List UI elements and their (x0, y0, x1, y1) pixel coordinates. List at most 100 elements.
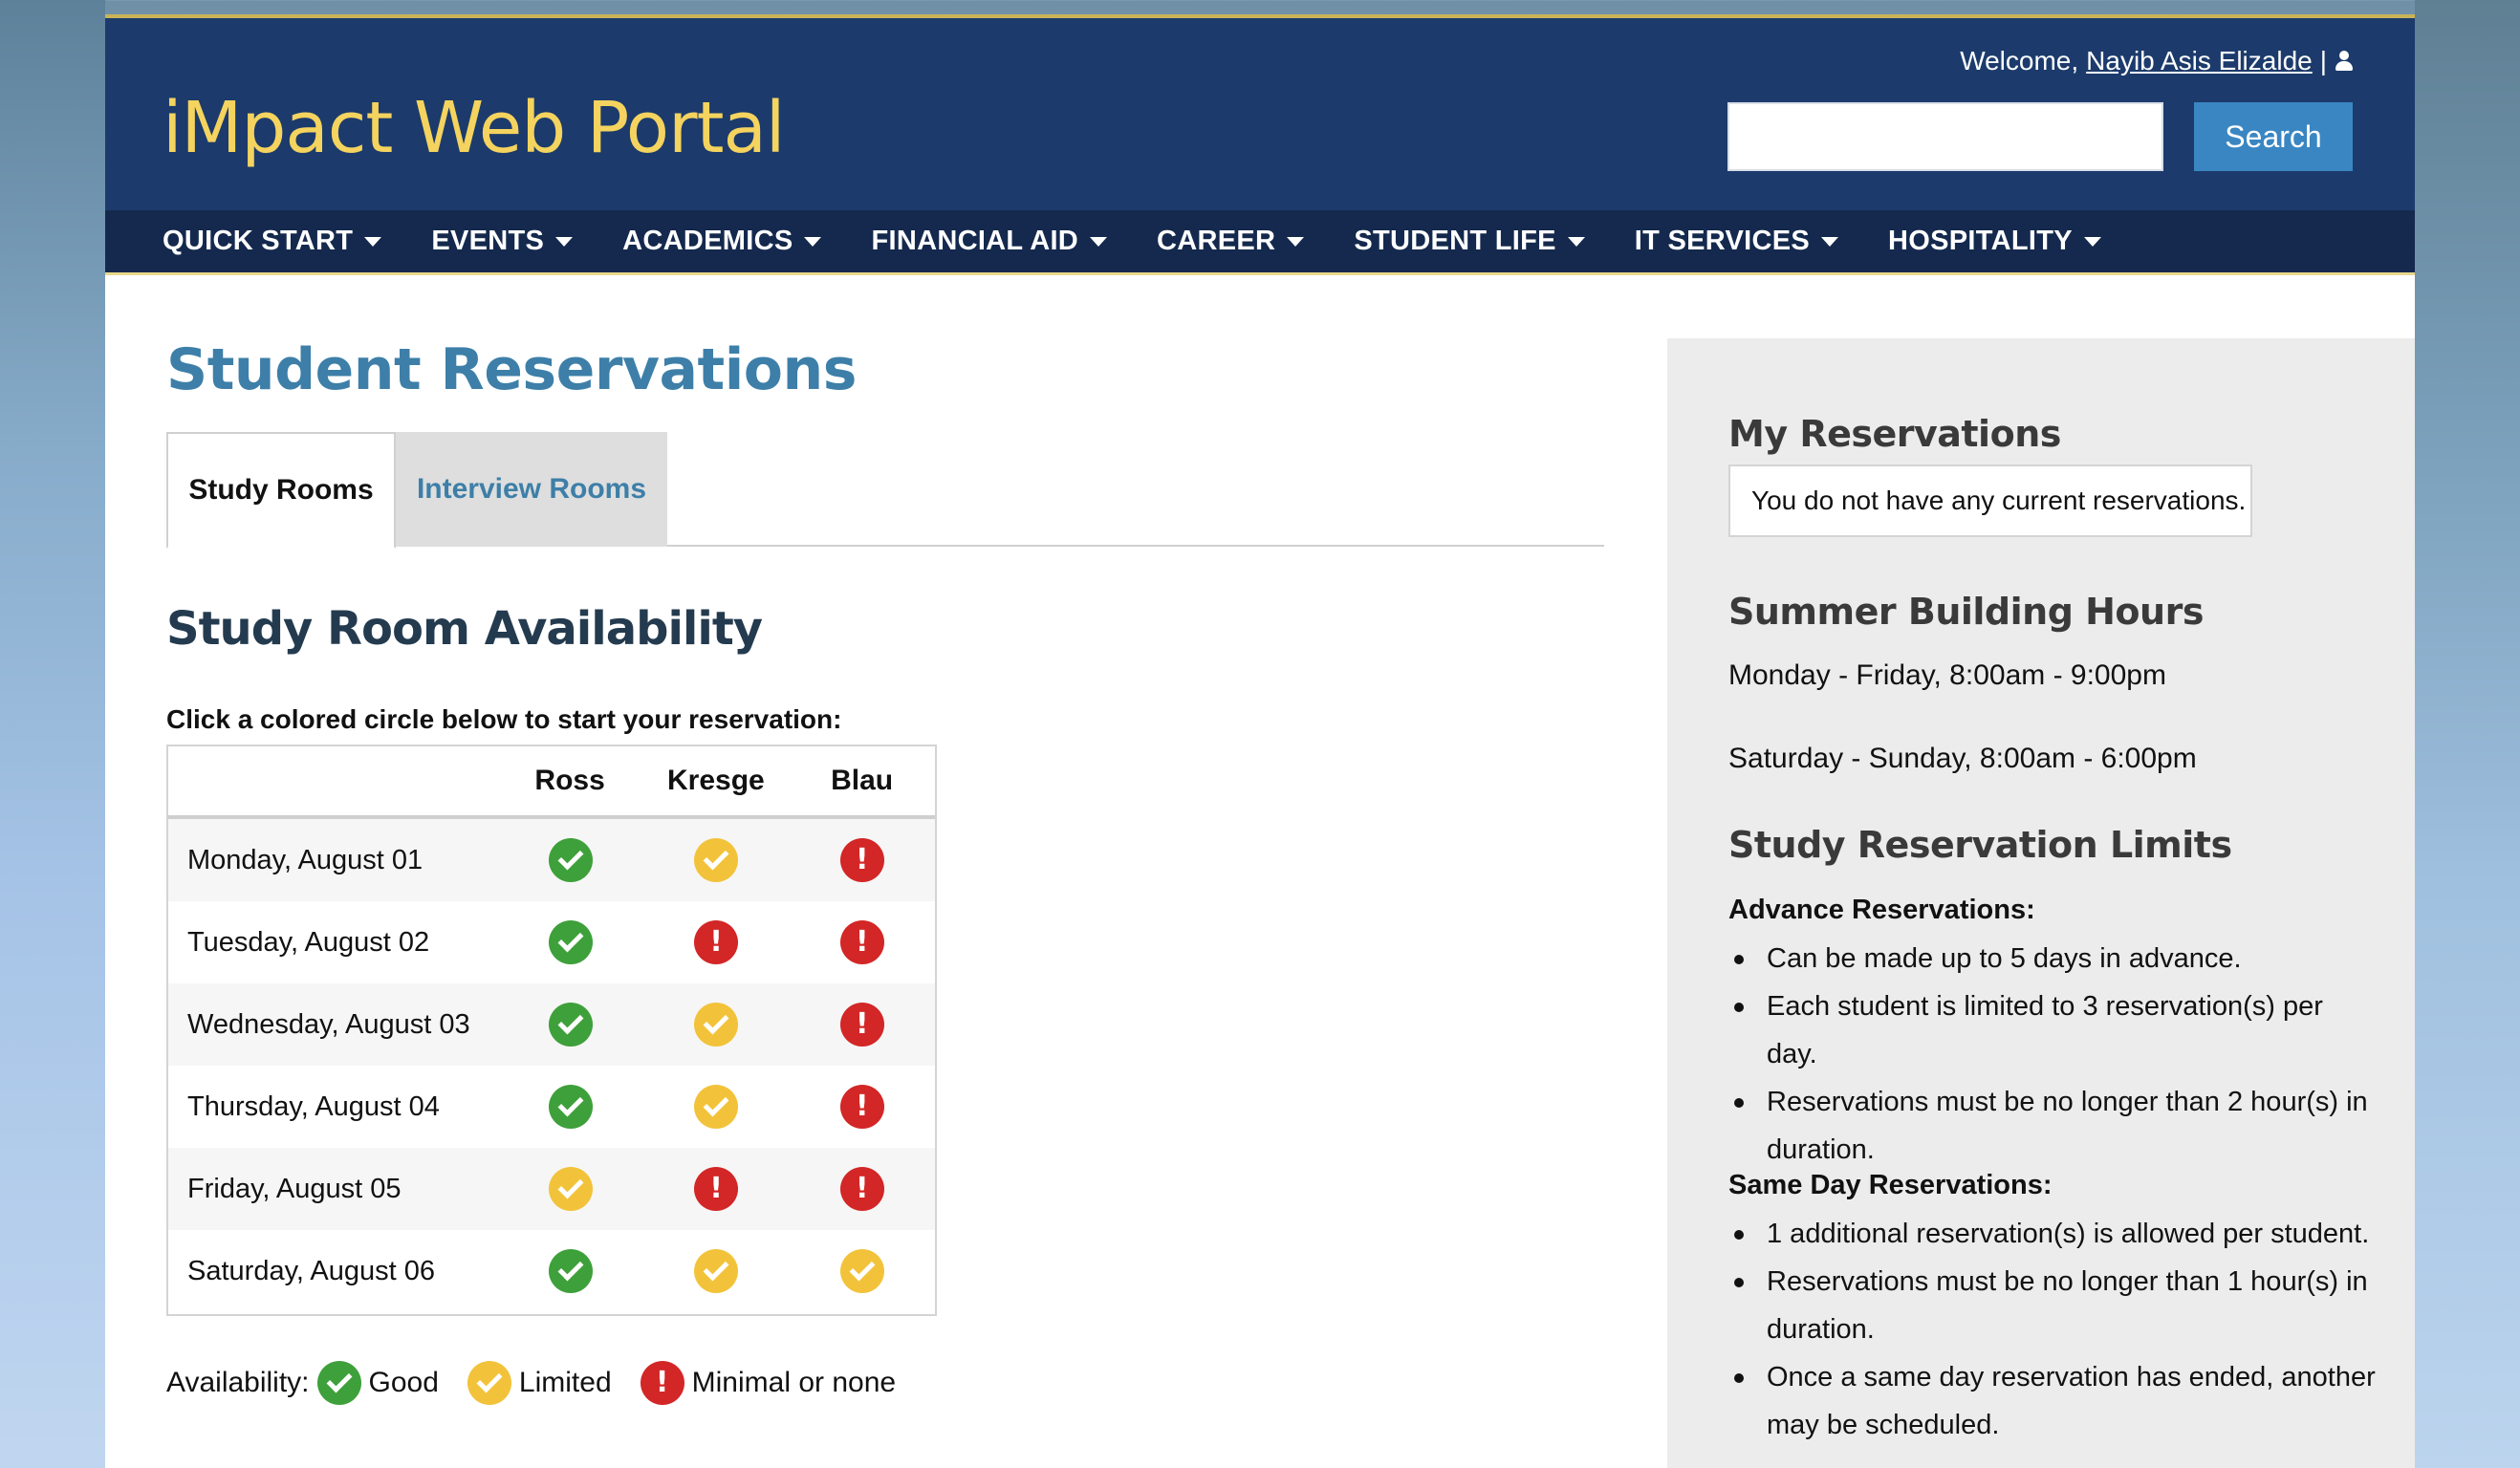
nav-item-label: CAREER (1157, 226, 1276, 256)
limited-status-icon[interactable] (548, 1167, 593, 1211)
nav-item-hospitality[interactable]: HOSPITALITY (1888, 226, 2101, 257)
page-title: Student Reservations (166, 336, 857, 403)
limited-status-icon[interactable] (694, 838, 739, 882)
exclamation-icon: ! (855, 843, 869, 876)
none-status-icon[interactable]: ! (694, 920, 739, 964)
good-status-icon[interactable] (548, 838, 593, 882)
sidebar: My Reservations You do not have any curr… (1667, 338, 2415, 1468)
row-date: Saturday, August 06 (187, 1255, 436, 1286)
my-reservations-title: My Reservations (1728, 413, 2061, 455)
exclamation-icon: ! (855, 1090, 869, 1123)
legend-good: Good (368, 1367, 439, 1398)
none-status-icon[interactable]: ! (839, 1167, 884, 1211)
exclamation-icon: ! (709, 1172, 723, 1205)
nav-item-career[interactable]: CAREER (1157, 226, 1305, 257)
check-icon (326, 1367, 352, 1393)
list-item: Reservations must be no longer than 1 ho… (1728, 1258, 2379, 1353)
nav-item-quick-start[interactable]: QUICK START (163, 226, 382, 257)
column-header-ross: Ross (534, 765, 605, 796)
user-name-link[interactable]: Nayib Asis Elizalde (2086, 46, 2313, 76)
tab-interview-rooms[interactable]: Interview Rooms (396, 432, 667, 547)
availability-legend: Availability: Good Limited ! Minimal or … (166, 1356, 896, 1410)
table-body: Monday, August 01! Tuesday, August 02!! We… (168, 819, 935, 1312)
nav-item-events[interactable]: EVENTS (431, 226, 574, 257)
none-status-icon: ! (640, 1361, 684, 1405)
none-status-icon[interactable]: ! (839, 1003, 884, 1047)
row-date: Wednesday, August 03 (187, 1008, 470, 1040)
search-button[interactable]: Search (2194, 102, 2353, 171)
caret-down-icon (1821, 236, 1839, 247)
check-icon (703, 1090, 729, 1117)
advance-title: Advance Reservations: (1728, 895, 2035, 925)
main-nav: QUICK START EVENTS ACADEMICS FINANCIAL A… (105, 210, 2415, 275)
table-row: Thursday, August 04! (168, 1066, 935, 1148)
cell-ross (497, 1003, 643, 1047)
nav-item-student-life[interactable]: STUDENT LIFE (1354, 226, 1585, 257)
cell-kresge: ! (643, 920, 790, 964)
search-input[interactable] (1727, 102, 2163, 171)
nav-item-academics[interactable]: ACADEMICS (622, 226, 822, 257)
check-icon (703, 844, 729, 871)
cell-blau: ! (789, 920, 935, 964)
limited-status-icon[interactable] (839, 1249, 884, 1293)
column-header-kresge: Kresge (667, 765, 765, 796)
limited-status-icon (467, 1361, 511, 1405)
caret-down-icon (364, 236, 382, 247)
good-status-icon[interactable] (548, 1249, 593, 1293)
good-status-icon[interactable] (548, 920, 593, 964)
nav-item-label: EVENTS (431, 226, 545, 256)
cell-blau: ! (789, 1167, 935, 1211)
cell-ross (497, 1249, 643, 1293)
list-item: Can be made up to 5 days in advance. (1728, 935, 2379, 982)
legend-limited: Limited (518, 1367, 612, 1398)
hours-weekend: Saturday - Sunday, 8:00am - 6:00pm (1728, 743, 2197, 774)
good-status-icon[interactable] (548, 1085, 593, 1129)
limited-status-icon[interactable] (694, 1085, 739, 1129)
cell-blau: ! (789, 1085, 935, 1129)
advance-list: Can be made up to 5 days in advance. Eac… (1728, 935, 2379, 1174)
legend-none: Minimal or none (691, 1367, 897, 1398)
cell-ross (497, 838, 643, 882)
cell-kresge (643, 1085, 790, 1129)
list-item: Once a same day reservation has ended, a… (1728, 1353, 2379, 1449)
limited-status-icon[interactable] (694, 1249, 739, 1293)
page-frame: iMpact Web Portal Welcome, Nayib Asis El… (105, 14, 2415, 1468)
exclamation-icon: ! (855, 1007, 869, 1041)
nav-item-label: ACADEMICS (622, 226, 793, 256)
check-icon (557, 1008, 583, 1035)
limited-status-icon[interactable] (694, 1003, 739, 1047)
check-icon (557, 926, 583, 953)
nav-item-financial-aid[interactable]: FINANCIAL AID (871, 226, 1108, 257)
site-logo[interactable]: iMpact Web Portal (163, 87, 785, 169)
check-icon (703, 1255, 729, 1282)
row-date: Monday, August 01 (187, 844, 424, 875)
none-status-icon[interactable]: ! (839, 920, 884, 964)
row-date: Tuesday, August 02 (187, 926, 430, 958)
table-row: Tuesday, August 02!! (168, 901, 935, 983)
column-header-blau: Blau (831, 765, 894, 796)
check-icon (557, 844, 583, 871)
cell-kresge (643, 838, 790, 882)
tab-study-rooms[interactable]: Study Rooms (166, 432, 396, 549)
nav-item-it-services[interactable]: IT SERVICES (1635, 226, 1839, 257)
none-status-icon[interactable]: ! (694, 1167, 739, 1211)
user-icon[interactable] (2335, 50, 2354, 73)
caret-down-icon (1567, 236, 1585, 247)
table-row: Saturday, August 06 (168, 1230, 935, 1312)
row-date: Friday, August 05 (187, 1173, 402, 1204)
cell-blau (789, 1249, 935, 1293)
check-icon (557, 1090, 583, 1117)
list-item: Each student is limited to 3 reservation… (1728, 982, 2379, 1078)
cell-kresge (643, 1003, 790, 1047)
background-right (2415, 0, 2520, 1468)
section-title: Study Room Availability (166, 602, 763, 656)
good-status-icon[interactable] (548, 1003, 593, 1047)
cell-kresge (643, 1249, 790, 1293)
check-icon (849, 1255, 876, 1282)
check-icon (557, 1173, 583, 1199)
same-day-list: 1 additional reservation(s) is allowed p… (1728, 1210, 2379, 1449)
none-status-icon[interactable]: ! (839, 838, 884, 882)
none-status-icon[interactable]: ! (839, 1085, 884, 1129)
legend-label: Availability: (166, 1367, 310, 1398)
caret-down-icon (804, 236, 822, 247)
